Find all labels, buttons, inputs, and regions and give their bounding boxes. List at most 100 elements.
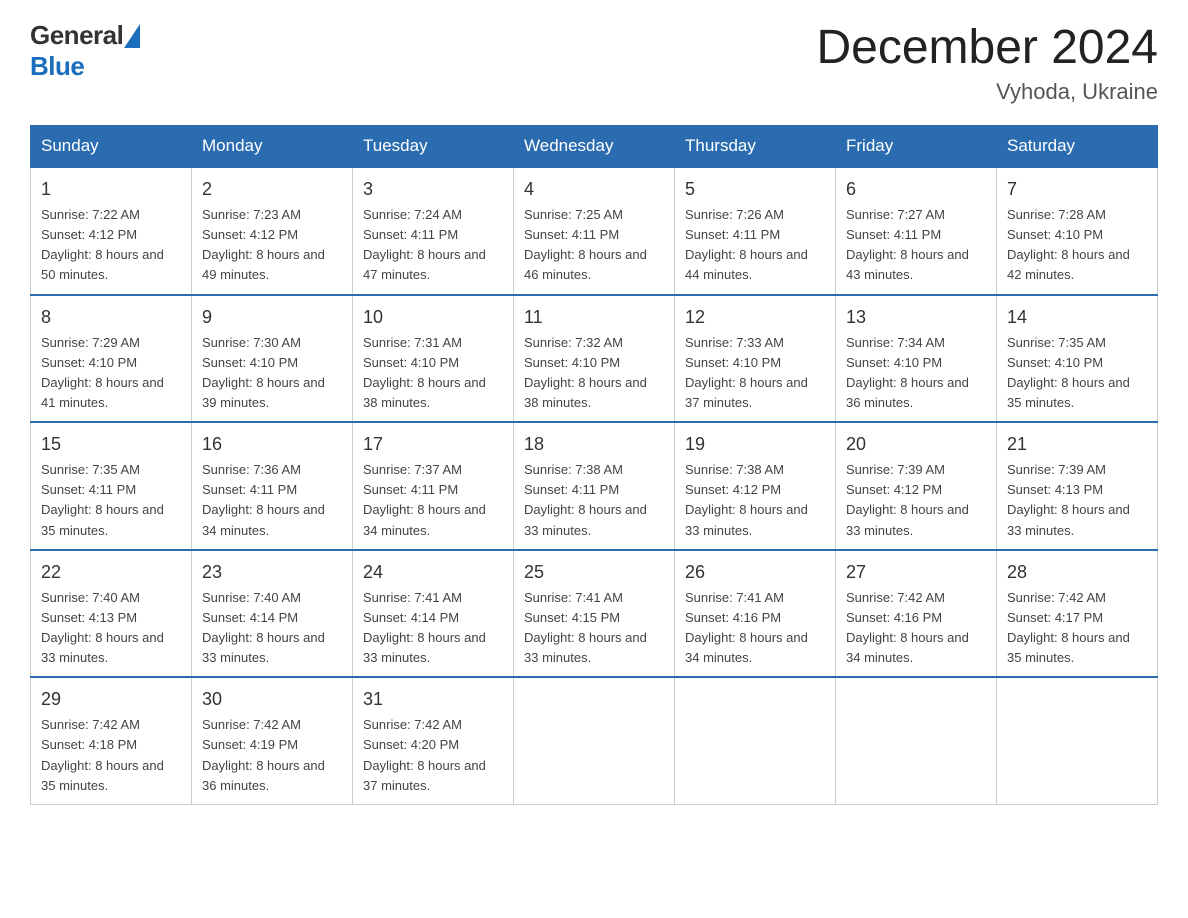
day-info: Sunrise: 7:42 AMSunset: 4:20 PMDaylight:… [363, 715, 503, 796]
day-info: Sunrise: 7:39 AMSunset: 4:12 PMDaylight:… [846, 460, 986, 541]
calendar-cell: 31Sunrise: 7:42 AMSunset: 4:20 PMDayligh… [353, 677, 514, 804]
day-number: 21 [1007, 431, 1147, 458]
day-number: 28 [1007, 559, 1147, 586]
calendar-cell: 22Sunrise: 7:40 AMSunset: 4:13 PMDayligh… [31, 550, 192, 678]
calendar-cell: 12Sunrise: 7:33 AMSunset: 4:10 PMDayligh… [675, 295, 836, 423]
day-info: Sunrise: 7:38 AMSunset: 4:12 PMDaylight:… [685, 460, 825, 541]
day-info: Sunrise: 7:42 AMSunset: 4:19 PMDaylight:… [202, 715, 342, 796]
month-title: December 2024 [816, 20, 1158, 75]
day-info: Sunrise: 7:42 AMSunset: 4:16 PMDaylight:… [846, 588, 986, 669]
day-number: 10 [363, 304, 503, 331]
day-info: Sunrise: 7:37 AMSunset: 4:11 PMDaylight:… [363, 460, 503, 541]
day-info: Sunrise: 7:36 AMSunset: 4:11 PMDaylight:… [202, 460, 342, 541]
day-info: Sunrise: 7:26 AMSunset: 4:11 PMDaylight:… [685, 205, 825, 286]
day-number: 25 [524, 559, 664, 586]
day-number: 22 [41, 559, 181, 586]
day-number: 5 [685, 176, 825, 203]
day-number: 26 [685, 559, 825, 586]
calendar-table: Sunday Monday Tuesday Wednesday Thursday… [30, 125, 1158, 805]
logo: General Blue [30, 20, 140, 82]
header-saturday: Saturday [997, 126, 1158, 168]
header-monday: Monday [192, 126, 353, 168]
page-header: General Blue December 2024 Vyhoda, Ukrai… [30, 20, 1158, 105]
calendar-cell: 6Sunrise: 7:27 AMSunset: 4:11 PMDaylight… [836, 167, 997, 295]
calendar-cell: 18Sunrise: 7:38 AMSunset: 4:11 PMDayligh… [514, 422, 675, 550]
header-tuesday: Tuesday [353, 126, 514, 168]
day-info: Sunrise: 7:41 AMSunset: 4:15 PMDaylight:… [524, 588, 664, 669]
calendar-cell [514, 677, 675, 804]
calendar-cell [675, 677, 836, 804]
day-info: Sunrise: 7:30 AMSunset: 4:10 PMDaylight:… [202, 333, 342, 414]
calendar-cell: 1Sunrise: 7:22 AMSunset: 4:12 PMDaylight… [31, 167, 192, 295]
day-number: 30 [202, 686, 342, 713]
day-number: 9 [202, 304, 342, 331]
calendar-cell: 21Sunrise: 7:39 AMSunset: 4:13 PMDayligh… [997, 422, 1158, 550]
calendar-cell: 7Sunrise: 7:28 AMSunset: 4:10 PMDaylight… [997, 167, 1158, 295]
day-info: Sunrise: 7:29 AMSunset: 4:10 PMDaylight:… [41, 333, 181, 414]
day-number: 3 [363, 176, 503, 203]
day-info: Sunrise: 7:24 AMSunset: 4:11 PMDaylight:… [363, 205, 503, 286]
calendar-cell: 9Sunrise: 7:30 AMSunset: 4:10 PMDaylight… [192, 295, 353, 423]
day-number: 15 [41, 431, 181, 458]
day-header-row: Sunday Monday Tuesday Wednesday Thursday… [31, 126, 1158, 168]
day-number: 20 [846, 431, 986, 458]
day-number: 27 [846, 559, 986, 586]
day-info: Sunrise: 7:39 AMSunset: 4:13 PMDaylight:… [1007, 460, 1147, 541]
day-number: 7 [1007, 176, 1147, 203]
day-number: 29 [41, 686, 181, 713]
day-number: 31 [363, 686, 503, 713]
calendar-cell: 15Sunrise: 7:35 AMSunset: 4:11 PMDayligh… [31, 422, 192, 550]
day-info: Sunrise: 7:34 AMSunset: 4:10 PMDaylight:… [846, 333, 986, 414]
header-friday: Friday [836, 126, 997, 168]
calendar-cell: 5Sunrise: 7:26 AMSunset: 4:11 PMDaylight… [675, 167, 836, 295]
calendar-week-row: 15Sunrise: 7:35 AMSunset: 4:11 PMDayligh… [31, 422, 1158, 550]
logo-triangle-icon [124, 24, 140, 48]
calendar-cell: 3Sunrise: 7:24 AMSunset: 4:11 PMDaylight… [353, 167, 514, 295]
calendar-cell: 16Sunrise: 7:36 AMSunset: 4:11 PMDayligh… [192, 422, 353, 550]
calendar-week-row: 29Sunrise: 7:42 AMSunset: 4:18 PMDayligh… [31, 677, 1158, 804]
day-info: Sunrise: 7:22 AMSunset: 4:12 PMDaylight:… [41, 205, 181, 286]
calendar-week-row: 1Sunrise: 7:22 AMSunset: 4:12 PMDaylight… [31, 167, 1158, 295]
day-number: 12 [685, 304, 825, 331]
day-number: 18 [524, 431, 664, 458]
logo-general-text: General [30, 20, 123, 51]
day-number: 8 [41, 304, 181, 331]
calendar-cell: 4Sunrise: 7:25 AMSunset: 4:11 PMDaylight… [514, 167, 675, 295]
day-number: 19 [685, 431, 825, 458]
day-number: 11 [524, 304, 664, 331]
calendar-cell: 30Sunrise: 7:42 AMSunset: 4:19 PMDayligh… [192, 677, 353, 804]
calendar-week-row: 22Sunrise: 7:40 AMSunset: 4:13 PMDayligh… [31, 550, 1158, 678]
header-wednesday: Wednesday [514, 126, 675, 168]
day-number: 13 [846, 304, 986, 331]
calendar-cell: 8Sunrise: 7:29 AMSunset: 4:10 PMDaylight… [31, 295, 192, 423]
calendar-cell: 23Sunrise: 7:40 AMSunset: 4:14 PMDayligh… [192, 550, 353, 678]
calendar-cell: 11Sunrise: 7:32 AMSunset: 4:10 PMDayligh… [514, 295, 675, 423]
day-number: 17 [363, 431, 503, 458]
calendar-cell: 2Sunrise: 7:23 AMSunset: 4:12 PMDaylight… [192, 167, 353, 295]
calendar-cell: 27Sunrise: 7:42 AMSunset: 4:16 PMDayligh… [836, 550, 997, 678]
day-info: Sunrise: 7:32 AMSunset: 4:10 PMDaylight:… [524, 333, 664, 414]
calendar-cell [997, 677, 1158, 804]
calendar-cell: 26Sunrise: 7:41 AMSunset: 4:16 PMDayligh… [675, 550, 836, 678]
calendar-cell: 19Sunrise: 7:38 AMSunset: 4:12 PMDayligh… [675, 422, 836, 550]
day-info: Sunrise: 7:33 AMSunset: 4:10 PMDaylight:… [685, 333, 825, 414]
logo-blue-text: Blue [30, 51, 84, 81]
day-info: Sunrise: 7:40 AMSunset: 4:14 PMDaylight:… [202, 588, 342, 669]
calendar-cell: 13Sunrise: 7:34 AMSunset: 4:10 PMDayligh… [836, 295, 997, 423]
calendar-cell: 24Sunrise: 7:41 AMSunset: 4:14 PMDayligh… [353, 550, 514, 678]
day-info: Sunrise: 7:35 AMSunset: 4:11 PMDaylight:… [41, 460, 181, 541]
day-info: Sunrise: 7:23 AMSunset: 4:12 PMDaylight:… [202, 205, 342, 286]
day-info: Sunrise: 7:28 AMSunset: 4:10 PMDaylight:… [1007, 205, 1147, 286]
day-info: Sunrise: 7:42 AMSunset: 4:17 PMDaylight:… [1007, 588, 1147, 669]
day-number: 24 [363, 559, 503, 586]
day-number: 6 [846, 176, 986, 203]
calendar-cell [836, 677, 997, 804]
title-section: December 2024 Vyhoda, Ukraine [816, 20, 1158, 105]
header-thursday: Thursday [675, 126, 836, 168]
day-info: Sunrise: 7:38 AMSunset: 4:11 PMDaylight:… [524, 460, 664, 541]
day-info: Sunrise: 7:27 AMSunset: 4:11 PMDaylight:… [846, 205, 986, 286]
header-sunday: Sunday [31, 126, 192, 168]
calendar-cell: 28Sunrise: 7:42 AMSunset: 4:17 PMDayligh… [997, 550, 1158, 678]
calendar-cell: 10Sunrise: 7:31 AMSunset: 4:10 PMDayligh… [353, 295, 514, 423]
day-number: 23 [202, 559, 342, 586]
